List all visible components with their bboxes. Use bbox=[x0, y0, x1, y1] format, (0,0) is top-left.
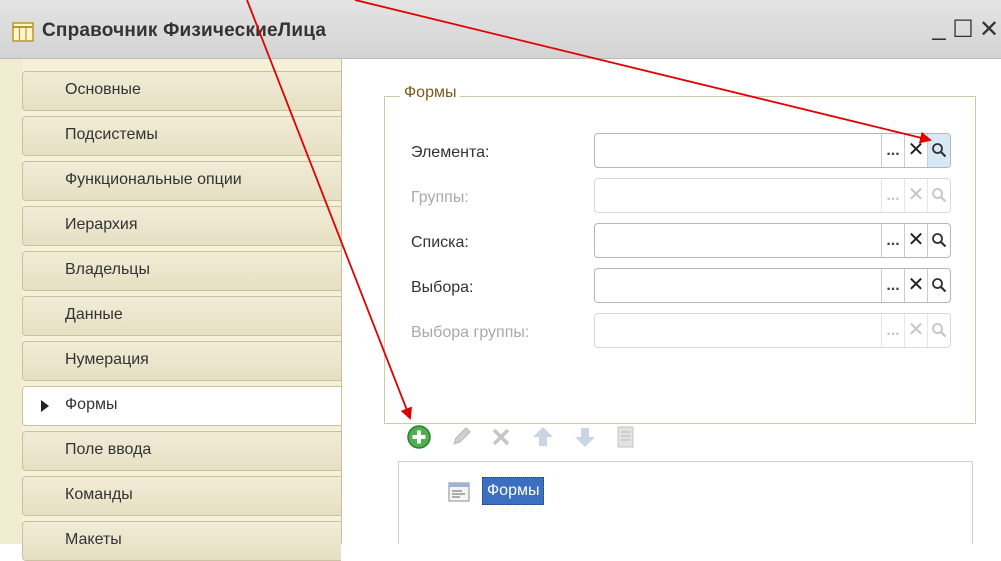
minimize-button[interactable]: _ bbox=[926, 16, 952, 40]
properties-icon[interactable] bbox=[612, 424, 638, 450]
search-icon bbox=[932, 278, 947, 293]
search-icon bbox=[932, 233, 947, 248]
nav-item-label: Владельцы bbox=[65, 261, 150, 278]
nav-item-dannye[interactable]: Данные bbox=[22, 296, 341, 336]
nav-item-osnovnye[interactable]: Основные bbox=[22, 71, 341, 111]
group-choice-form-field[interactable]: ... ✕ bbox=[594, 313, 951, 348]
add-icon[interactable] bbox=[406, 424, 432, 450]
nav-item-formy[interactable]: Формы bbox=[22, 386, 341, 426]
clear-button[interactable]: ✕ bbox=[904, 179, 927, 212]
open-button[interactable] bbox=[927, 224, 950, 257]
nav-item-funktsionalnye-optsii[interactable]: Функциональные опции bbox=[22, 161, 341, 201]
choice-form-field[interactable]: ... ✕ bbox=[594, 268, 951, 303]
catalog-window: Справочник ФизическиеЛица _ ☐ ✕ Основные… bbox=[0, 0, 1001, 561]
nav-item-label: Макеты bbox=[65, 531, 122, 548]
nav-item-ierarkhiya[interactable]: Иерархия bbox=[22, 206, 341, 246]
select-button[interactable]: ... bbox=[881, 314, 904, 347]
close-button[interactable]: ✕ bbox=[976, 18, 1001, 42]
active-arrow-icon bbox=[41, 400, 49, 412]
nav-item-label: Нумерация bbox=[65, 351, 149, 368]
list-form-field[interactable]: ... ✕ bbox=[594, 223, 951, 258]
nav-item-podsistemy[interactable]: Подсистемы bbox=[22, 116, 341, 156]
nav-item-label: Функциональные опции bbox=[65, 171, 242, 188]
forms-group-title: Формы bbox=[400, 84, 461, 102]
element-form-label: Элемента: bbox=[411, 144, 490, 161]
clear-button[interactable]: ✕ bbox=[904, 269, 927, 302]
nav-item-makety[interactable]: Макеты bbox=[22, 521, 341, 561]
title-bar: Справочник ФизическиеЛица _ ☐ ✕ bbox=[0, 0, 1001, 59]
nav-item-vladeltsy[interactable]: Владельцы bbox=[22, 251, 341, 291]
move-up-icon[interactable] bbox=[530, 424, 556, 450]
select-button[interactable]: ... bbox=[881, 134, 904, 167]
open-button[interactable] bbox=[927, 314, 950, 347]
list-form-label: Списка: bbox=[411, 234, 469, 251]
forms-panel: Формы Элемента: ... ✕ Группы: ... ✕ Спис… bbox=[341, 59, 1001, 544]
forms-tree: Формы bbox=[398, 461, 973, 544]
nav-item-komandy[interactable]: Команды bbox=[22, 476, 341, 516]
nav-item-label: Иерархия bbox=[65, 216, 138, 233]
nav-item-label: Подсистемы bbox=[65, 126, 158, 143]
clear-button[interactable]: ✕ bbox=[904, 314, 927, 347]
nav-item-label: Поле ввода bbox=[65, 441, 152, 458]
open-button[interactable] bbox=[927, 134, 950, 167]
search-icon bbox=[932, 323, 947, 338]
group-choice-form-label: Выбора группы: bbox=[411, 324, 530, 341]
delete-icon[interactable] bbox=[488, 424, 514, 450]
open-button[interactable] bbox=[927, 179, 950, 212]
element-form-field[interactable]: ... ✕ bbox=[594, 133, 951, 168]
maximize-button[interactable]: ☐ bbox=[950, 18, 976, 42]
catalog-icon bbox=[12, 22, 34, 42]
nav-item-numeratsiya[interactable]: Нумерация bbox=[22, 341, 341, 381]
group-form-field[interactable]: ... ✕ bbox=[594, 178, 951, 213]
edit-icon[interactable] bbox=[448, 424, 474, 450]
nav-item-label: Формы bbox=[65, 396, 118, 413]
search-icon bbox=[932, 143, 947, 158]
search-icon bbox=[932, 188, 947, 203]
move-down-icon[interactable] bbox=[572, 424, 598, 450]
clear-button[interactable]: ✕ bbox=[904, 134, 927, 167]
select-button[interactable]: ... bbox=[881, 269, 904, 302]
clear-button[interactable]: ✕ bbox=[904, 224, 927, 257]
nav-item-pole-vvoda[interactable]: Поле ввода bbox=[22, 431, 341, 471]
form-icon bbox=[448, 482, 470, 502]
group-form-label: Группы: bbox=[411, 189, 469, 206]
nav-item-label: Команды bbox=[65, 486, 133, 503]
select-button[interactable]: ... bbox=[881, 224, 904, 257]
choice-form-label: Выбора: bbox=[411, 279, 474, 296]
nav-item-label: Данные bbox=[65, 306, 123, 323]
window-title: Справочник ФизическиеЛица bbox=[42, 20, 327, 41]
open-button[interactable] bbox=[927, 269, 950, 302]
tree-node-forms[interactable]: Формы bbox=[482, 477, 545, 505]
select-button[interactable]: ... bbox=[881, 179, 904, 212]
nav-item-label: Основные bbox=[65, 81, 141, 98]
nav-gutter bbox=[0, 59, 22, 544]
section-nav: Основные Подсистемы Функциональные опции… bbox=[0, 59, 341, 561]
